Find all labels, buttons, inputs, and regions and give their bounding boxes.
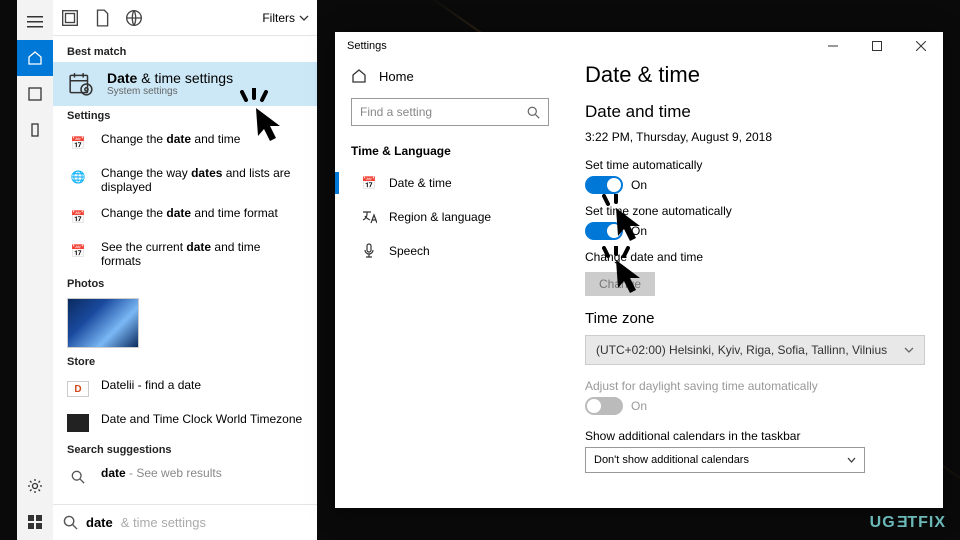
section-heading: Date and time — [585, 102, 919, 122]
close-button[interactable] — [899, 32, 943, 60]
calendar-settings-icon — [67, 70, 95, 98]
result-label: See the current date and time formats — [101, 240, 303, 268]
current-datetime: 3:22 PM, Thursday, August 9, 2018 — [585, 130, 919, 144]
search-icon — [67, 466, 89, 488]
settings-nav: Home Find a setting Time & Language 📅 Dat… — [335, 60, 565, 508]
language-icon — [361, 209, 377, 225]
find-setting-placeholder: Find a setting — [360, 105, 432, 119]
search-results: Best match Date & time settings System s… — [53, 36, 317, 504]
search-input-prefix: date — [86, 515, 113, 530]
photos-heading: Photos — [53, 274, 317, 294]
web-filter-icon[interactable] — [125, 9, 143, 27]
nav-item-speech[interactable]: Speech — [351, 234, 549, 268]
filters-dropdown[interactable]: Filters — [262, 11, 309, 25]
chevron-down-icon — [847, 456, 856, 465]
minimize-button[interactable] — [811, 32, 855, 60]
search-rail — [17, 0, 53, 540]
settings-result[interactable]: 📅 See the current date and time formats — [53, 234, 317, 274]
home-scope-button[interactable] — [17, 40, 53, 76]
menu-button[interactable] — [17, 4, 53, 40]
settings-gear-button[interactable] — [17, 468, 53, 504]
search-top-bar: Filters — [53, 0, 317, 36]
home-icon — [351, 68, 367, 84]
photo-thumbnail[interactable] — [67, 298, 139, 348]
page-title: Date & time — [585, 62, 919, 88]
start-button[interactable] — [17, 504, 53, 540]
calendar-icon: 📅 — [67, 240, 89, 262]
settings-window: Settings Home Find a setting Time & Lang… — [335, 32, 943, 508]
toggle-state: On — [631, 178, 647, 192]
window-title: Settings — [347, 40, 387, 52]
chevron-down-icon — [904, 345, 914, 355]
settings-result[interactable]: 📅 Change the date and time format — [53, 200, 317, 234]
settings-content: Date & time Date and time 3:22 PM, Thurs… — [565, 60, 943, 508]
calendar-icon: 📅 — [67, 132, 89, 154]
toggle-state: On — [631, 224, 647, 238]
store-result[interactable]: Date and Time Clock World Timezone — [53, 406, 317, 440]
auto-tz-toggle[interactable] — [585, 222, 623, 240]
calendars-select[interactable]: Don't show additional calendars — [585, 447, 865, 473]
result-label: Change the date and time — [101, 132, 240, 146]
best-match-title: Date & time settings — [107, 70, 233, 86]
documents-filter-icon[interactable] — [93, 9, 111, 27]
nav-item-date-time[interactable]: 📅 Date & time — [351, 166, 549, 200]
result-label: Change the way dates and lists are displ… — [101, 166, 303, 194]
auto-time-label: Set time automatically — [585, 158, 919, 172]
search-body: Filters Best match Date & time settings … — [53, 0, 317, 540]
nav-home[interactable]: Home — [351, 60, 549, 98]
documents-scope-button[interactable] — [17, 112, 53, 148]
calendars-value: Don't show additional calendars — [594, 454, 749, 466]
result-label: date - See web results — [101, 466, 222, 480]
find-setting-input[interactable]: Find a setting — [351, 98, 549, 126]
calendar-icon: 📅 — [67, 206, 89, 228]
web-suggestion[interactable]: date - See web results — [53, 460, 317, 494]
timezone-select[interactable]: (UTC+02:00) Helsinki, Kyiv, Riga, Sofia,… — [585, 335, 925, 365]
window-titlebar: Settings — [335, 32, 943, 60]
calendars-label: Show additional calendars in the taskbar — [585, 429, 919, 443]
result-label: Change the date and time format — [101, 206, 278, 220]
change-button[interactable]: Change — [585, 272, 655, 296]
app-icon — [67, 412, 89, 434]
nav-category: Time & Language — [351, 140, 549, 166]
calendar-icon: 📅 — [361, 175, 377, 191]
nav-item-region[interactable]: Region & language — [351, 200, 549, 234]
result-label: Datelii - find a date — [101, 378, 201, 392]
apps-filter-icon[interactable] — [61, 9, 79, 27]
store-heading: Store — [53, 352, 317, 372]
suggestions-heading: Search suggestions — [53, 440, 317, 460]
nav-home-label: Home — [379, 69, 414, 84]
auto-tz-label: Set time zone automatically — [585, 204, 919, 218]
dst-toggle — [585, 397, 623, 415]
store-result[interactable]: D Datelii - find a date — [53, 372, 317, 406]
microphone-icon — [361, 243, 377, 259]
start-search-panel: Filters Best match Date & time settings … — [17, 0, 317, 540]
toggle-state: On — [631, 399, 647, 413]
nav-item-label: Region & language — [389, 210, 491, 224]
search-icon — [527, 106, 540, 119]
search-icon — [63, 515, 78, 530]
search-input[interactable] — [121, 515, 307, 530]
app-icon: D — [67, 378, 89, 400]
globe-icon: 🌐 — [67, 166, 89, 188]
apps-scope-button[interactable] — [17, 76, 53, 112]
settings-heading: Settings — [53, 106, 317, 126]
settings-result[interactable]: 📅 Change the date and time — [53, 126, 317, 160]
settings-result[interactable]: 🌐 Change the way dates and lists are disp… — [53, 160, 317, 200]
maximize-button[interactable] — [855, 32, 899, 60]
watermark-logo: UGETFIX — [870, 514, 946, 532]
best-match-subtitle: System settings — [107, 86, 233, 97]
timezone-value: (UTC+02:00) Helsinki, Kyiv, Riga, Sofia,… — [596, 343, 887, 357]
dst-label: Adjust for daylight saving time automati… — [585, 379, 919, 393]
search-box-row: date — [53, 504, 317, 540]
result-label: Date and Time Clock World Timezone — [101, 412, 302, 426]
change-dt-label: Change date and time — [585, 250, 919, 264]
nav-item-label: Speech — [389, 244, 430, 258]
auto-time-toggle[interactable] — [585, 176, 623, 194]
timezone-heading: Time zone — [585, 310, 919, 327]
best-match-result[interactable]: Date & time settings System settings — [53, 62, 317, 106]
best-match-heading: Best match — [53, 42, 317, 62]
nav-item-label: Date & time — [389, 176, 452, 190]
